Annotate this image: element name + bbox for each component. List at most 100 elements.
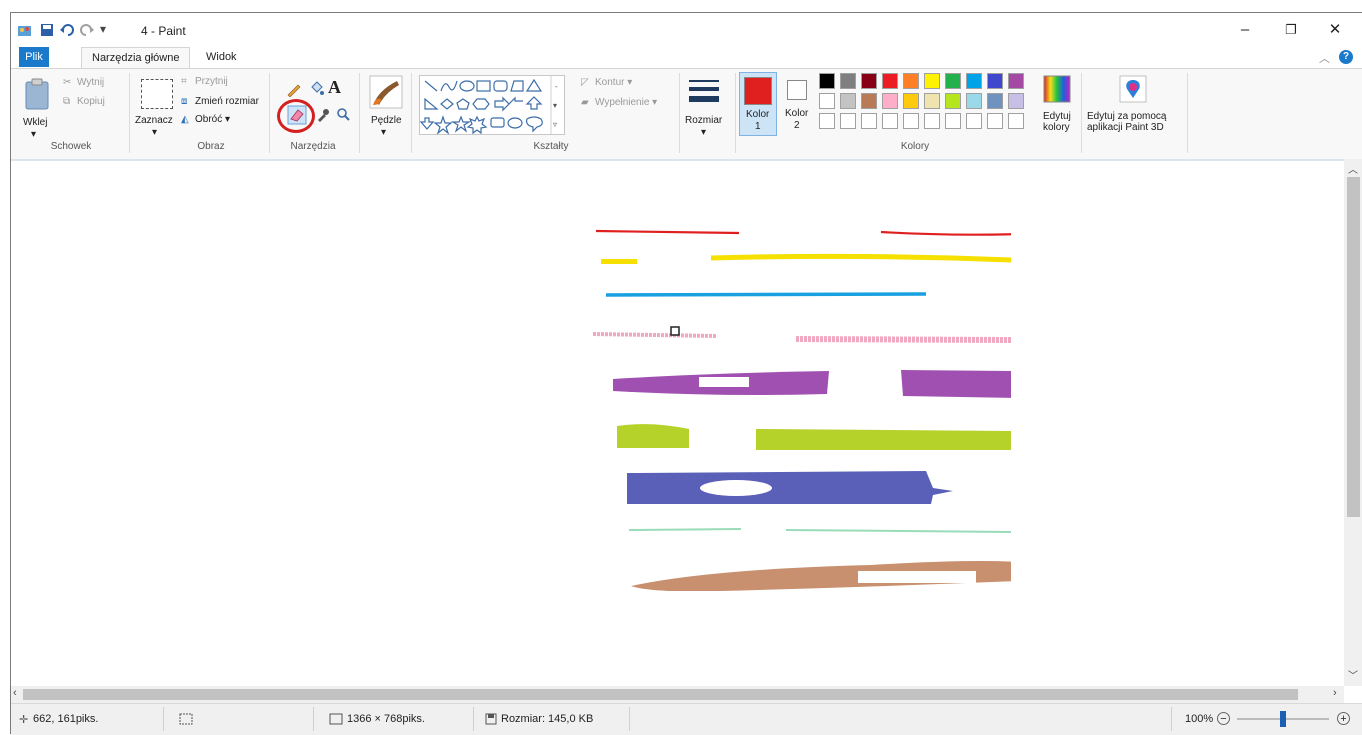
palette-empty-swatch[interactable] [882,113,898,129]
pink-stroke [592,332,717,338]
palette-empty-swatch[interactable] [861,113,877,129]
crop-button[interactable]: Przytnij [195,76,228,87]
scroll-up-icon[interactable]: ︿ [1348,161,1358,176]
brushes-button[interactable]: Pędzle [371,115,402,126]
palette-swatch[interactable] [861,73,877,89]
pencil-icon[interactable] [286,81,302,97]
magnifier-icon[interactable] [336,107,350,121]
scroll-down-icon[interactable]: ﹀ [1348,667,1358,682]
zoom-slider[interactable] [1237,711,1329,727]
palette-swatch[interactable] [819,93,835,109]
palette-swatch[interactable] [987,73,1003,89]
text-tool-icon[interactable]: A [328,77,341,98]
palette-empty-swatch[interactable] [819,113,835,129]
palette-swatch[interactable] [945,73,961,89]
edit-colors-button[interactable]: Edytuj [1043,111,1071,122]
palette-swatch[interactable] [903,93,919,109]
minimize-ribbon-icon[interactable]: ︿ [1319,50,1330,66]
vertical-scrollbar[interactable]: ︿ ﹀ [1344,159,1362,686]
zoom-in-icon[interactable]: + [1337,712,1350,725]
vertical-scroll-thumb[interactable] [1347,177,1360,517]
palette-empty-swatch[interactable] [987,113,1003,129]
horizontal-scrollbar[interactable]: ‹ › [11,686,1344,703]
brushes-icon[interactable] [369,75,403,109]
edit-colors-icon[interactable] [1043,75,1071,103]
palette-swatch[interactable] [819,73,835,89]
palette-swatch[interactable] [1008,73,1024,89]
scroll-right-icon[interactable]: › [1333,687,1337,699]
paste-icon[interactable] [23,77,51,111]
highlight-circle [277,99,315,133]
qat-customize-icon[interactable]: ▾ [100,22,106,36]
palette-swatch[interactable] [924,93,940,109]
palette-swatch[interactable] [840,93,856,109]
resize-icon: ⧈ [181,96,188,107]
group-divider [129,73,130,153]
purple-stroke [901,370,1011,398]
palette-swatch[interactable] [882,93,898,109]
paint3d-button[interactable]: Edytuj za pomocą [1087,111,1167,122]
tab-file[interactable]: Plik [19,47,49,67]
paint-app-icon [18,26,31,36]
color2-button[interactable]: Kolor 2 [779,72,815,134]
palette-empty-swatch[interactable] [966,113,982,129]
copy-button[interactable]: Kopiuj [77,96,105,107]
paste-button[interactable]: Wklej [23,117,47,128]
paint3d-icon[interactable] [1119,75,1147,103]
horizontal-scroll-thumb[interactable] [23,689,1298,700]
color-palette [819,73,1039,135]
close-button[interactable]: ✕ [1321,19,1349,41]
scroll-left-icon[interactable]: ‹ [13,687,17,699]
palette-swatch[interactable] [945,93,961,109]
palette-swatch[interactable] [924,73,940,89]
palette-swatch[interactable] [1008,93,1024,109]
cut-button[interactable]: Wytnij [77,77,104,88]
shapes-gallery[interactable]: - ▾ ▿ [419,75,565,135]
undo-icon[interactable] [59,22,75,38]
palette-empty-swatch[interactable] [945,113,961,129]
brushes-dropdown-icon[interactable]: ▾ [381,127,386,138]
palette-empty-swatch[interactable] [903,113,919,129]
maximize-button[interactable]: ❐ [1277,19,1305,41]
palette-swatch[interactable] [987,93,1003,109]
size-dropdown-icon[interactable]: ▾ [701,127,706,138]
canvas-dimensions: 1366 × 768piks. [347,713,425,725]
zoom-slider-thumb[interactable] [1280,711,1286,727]
red-stroke [595,229,740,235]
size-button[interactable]: Rozmiar [685,115,722,126]
palette-empty-swatch[interactable] [924,113,940,129]
help-icon[interactable]: ? [1339,50,1353,64]
select-button[interactable]: Zaznacz [135,115,173,126]
palette-swatch[interactable] [861,93,877,109]
color2-swatch [787,80,807,100]
outline-button[interactable]: Kontur ▾ [595,77,632,88]
palette-empty-swatch[interactable] [840,113,856,129]
edit-colors-line2: kolory [1043,122,1070,133]
fill-bucket-icon[interactable] [308,81,324,97]
fill-button[interactable]: Wypełnienie ▾ [595,97,657,108]
mint-stroke [785,529,1011,533]
palette-swatch[interactable] [840,73,856,89]
rotate-button[interactable]: Obróć ▾ [195,114,230,125]
save-icon[interactable] [39,22,55,38]
tab-home[interactable]: Narzędzia główne [81,47,191,69]
color-picker-icon[interactable] [316,108,330,122]
resize-button[interactable]: Zmień rozmiar [195,96,259,107]
color1-button[interactable]: Kolor 1 [739,72,777,136]
palette-swatch[interactable] [966,73,982,89]
palette-swatch[interactable] [903,73,919,89]
palette-empty-swatch[interactable] [1008,113,1024,129]
paste-dropdown-icon[interactable]: ▾ [31,129,36,140]
size-icon[interactable] [687,77,721,109]
palette-swatch[interactable] [882,73,898,89]
select-dropdown-icon[interactable]: ▾ [152,127,157,138]
zoom-out-icon[interactable]: − [1217,712,1230,725]
select-icon[interactable] [141,79,173,109]
svg-text:▿: ▿ [553,120,557,129]
palette-swatch[interactable] [966,93,982,109]
redo-icon[interactable] [79,22,95,38]
crop-icon: ⌗ [181,76,187,87]
drawing-canvas[interactable] [11,161,1344,686]
minimize-button[interactable]: – [1231,19,1259,41]
tab-view[interactable]: Widok [196,47,247,67]
